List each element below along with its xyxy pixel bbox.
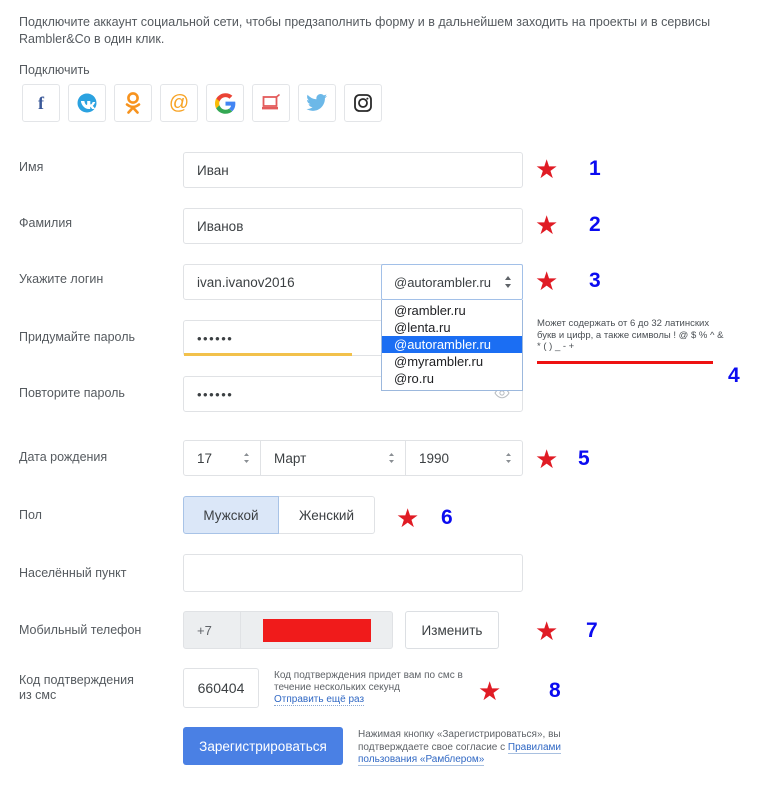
svg-text:@: @ [169,92,189,114]
annotation-number-6: 6 [441,506,453,529]
rambler-icon [261,93,281,113]
sms-code-hint-text: Код подтверждения придет вам по смс в те… [274,670,463,693]
annotation-number-4: 4 [728,364,740,387]
social-button-facebook[interactable]: f [22,84,60,122]
chevron-updown-icon [243,452,250,464]
birth-year-value: 1990 [419,450,450,466]
annotation-star-8: ★ [478,676,502,706]
label-sms-code: Код подтверждения из смс [19,673,134,702]
svg-text:f: f [38,93,45,113]
label-last-name: Фамилия [19,216,73,230]
odnoklassniki-icon [123,92,143,114]
annotation-underline-4 [537,361,713,364]
annotation-number-8: 8 [549,679,561,702]
label-phone: Мобильный телефон [19,623,142,637]
sms-code-input[interactable]: 660404 [183,668,259,708]
label-gender: Пол [19,508,42,522]
birth-month-select[interactable]: Март [261,440,406,476]
sms-code-hint: Код подтверждения придет вам по смс в те… [274,670,464,706]
label-city: Населённый пункт [19,566,127,580]
dropdown-option[interactable]: @ro.ru [382,370,522,387]
social-button-instagram[interactable] [344,84,382,122]
facebook-icon: f [31,93,51,113]
social-button-rambler[interactable] [252,84,290,122]
login-domain-select[interactable]: @autorambler.ru [381,264,523,300]
phone-country-code: +7 [183,611,241,649]
change-phone-button[interactable]: Изменить [405,611,499,649]
label-login: Укажите логин [19,272,104,286]
social-connect-row: f @ [22,84,382,122]
login-domain-value: @autorambler.ru [394,274,492,290]
city-input[interactable] [183,554,523,592]
annotation-number-7: 7 [586,619,598,642]
social-button-google[interactable] [206,84,244,122]
last-name-input[interactable]: Иванов [183,208,523,244]
birth-month-value: Март [274,450,307,466]
annotation-number-3: 3 [589,269,601,292]
birth-date-group: 17 Март 1990 [183,440,523,476]
phone-group: +7 Изменить [183,611,499,649]
birth-day-select[interactable]: 17 [183,440,261,476]
birth-year-select[interactable]: 1990 [406,440,523,476]
register-button[interactable]: Зарегистрироваться [183,727,343,765]
login-domain-dropdown[interactable]: @rambler.ru @lenta.ru @autorambler.ru @m… [381,300,523,391]
annotation-star-7: ★ [535,616,559,646]
password-strength-bar [184,353,352,356]
first-name-input[interactable]: Иван [183,152,523,188]
resend-code-link[interactable]: Отправить ещё раз [274,694,365,706]
dropdown-option[interactable]: @myrambler.ru [382,353,522,370]
chevron-updown-icon [504,275,512,289]
annotation-number-5: 5 [578,447,590,470]
gender-option-female[interactable]: Женский [279,496,375,534]
instagram-icon [353,93,373,113]
mailru-icon: @ [168,92,190,114]
label-password: Придумайте пароль [19,330,136,344]
chevron-updown-icon [388,452,395,464]
dropdown-option[interactable]: @lenta.ru [382,319,522,336]
gender-option-male[interactable]: Мужской [183,496,279,534]
gender-toggle: Мужской Женский [183,496,375,534]
phone-number-input[interactable] [241,611,393,649]
chevron-updown-icon [505,452,512,464]
birth-day-value: 17 [197,450,213,466]
password-value: •••••• [197,330,234,346]
social-button-vk[interactable] [68,84,106,122]
label-password-repeat: Повторите пароль [19,386,125,400]
annotation-star-1: ★ [535,154,559,184]
registration-form-page: Подключите аккаунт социальной сети, чтоб… [0,0,768,805]
google-icon [214,92,236,114]
label-birth-date: Дата рождения [19,450,108,464]
vk-icon [76,92,98,114]
annotation-number-2: 2 [589,213,601,236]
annotation-number-1: 1 [589,157,601,180]
password-repeat-value: •••••• [197,386,234,402]
dropdown-option[interactable]: @rambler.ru [382,302,522,319]
login-hint-text: Может содержать от 6 до 32 латинских бук… [537,318,724,352]
annotation-star-2: ★ [535,210,559,240]
annotation-star-5: ★ [535,444,559,474]
terms-text: Нажимая кнопку «Зарегистрироваться», вы … [358,729,568,767]
label-first-name: Имя [19,160,44,174]
intro-text: Подключите аккаунт социальной сети, чтоб… [19,15,711,46]
dropdown-option-selected[interactable]: @autorambler.ru [382,336,522,353]
annotation-star-6: ★ [396,503,420,533]
annotation-star-3: ★ [535,266,559,296]
twitter-icon [306,93,328,113]
connect-label: Подключить [19,63,90,77]
social-button-mailru[interactable]: @ [160,84,198,122]
social-button-twitter[interactable] [298,84,336,122]
social-button-odnoklassniki[interactable] [114,84,152,122]
redaction-block [262,618,371,642]
